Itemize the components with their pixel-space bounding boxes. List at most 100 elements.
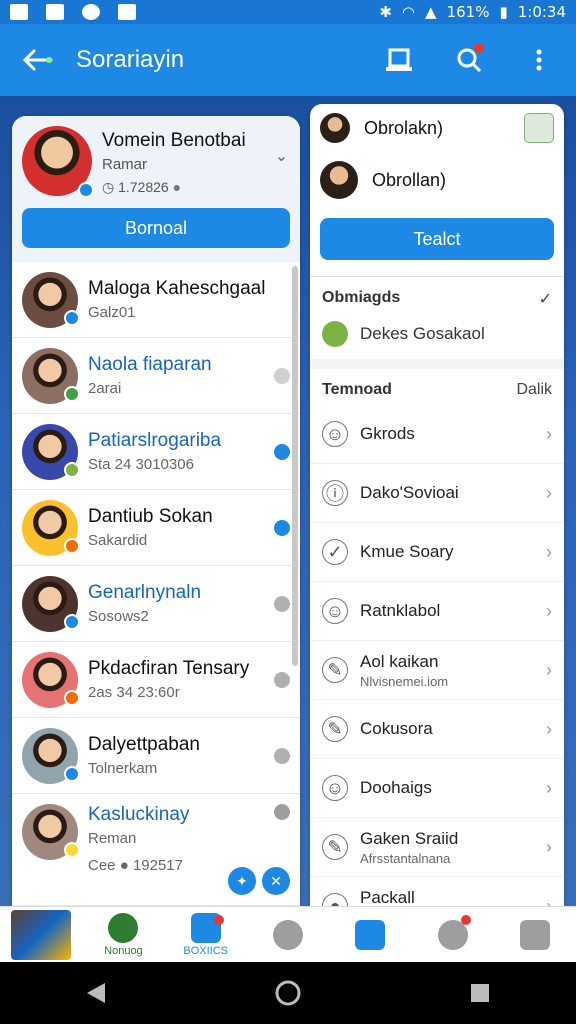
contact-row[interactable]: Patiarslrogariba Sta 24 3010306 <box>12 414 300 490</box>
menu-header: Temnoad Dalik <box>310 369 564 405</box>
status-indicator-icon[interactable] <box>274 747 290 764</box>
avatar[interactable] <box>22 575 80 632</box>
profile-stat-value: 1.72826 <box>118 179 169 195</box>
smiley-icon: ☺ <box>322 598 348 624</box>
account-name: Obrolakn) <box>364 117 444 138</box>
contact-row[interactable]: Genarlnynaln Sosows2 <box>12 566 300 642</box>
status-indicator-icon[interactable] <box>274 804 290 820</box>
bottom-nav-item[interactable]: Nonuog <box>93 909 153 961</box>
bottom-nav-label: BOXIICS <box>183 944 229 957</box>
avatar[interactable] <box>22 271 80 328</box>
search-icon[interactable] <box>454 43 484 75</box>
contact-subtitle: Sta 24 3010306 <box>88 456 194 473</box>
favorite-item[interactable]: Dekes Gosakaol <box>310 309 564 359</box>
menu-item[interactable]: ✎ Aol kaikan Nlvisnemei.iom › <box>310 641 564 700</box>
notification-icon <box>10 4 28 20</box>
bottom-nav-item[interactable] <box>505 909 565 961</box>
close-icon[interactable]: ✕ <box>262 867 290 895</box>
avatar[interactable] <box>22 727 80 784</box>
avatar[interactable] <box>22 126 94 198</box>
recents-icon[interactable] <box>460 973 500 1013</box>
contact-name: Naola fiaparan <box>88 354 212 375</box>
page-title: Sorariayin <box>76 46 185 73</box>
contact-row[interactable]: Naola fiaparan 2arai <box>12 338 300 414</box>
chevron-right-icon: › <box>546 423 552 444</box>
menu-item[interactable]: ☺ Ratnklabol › <box>310 582 564 641</box>
check-circle-icon: ✓ <box>322 539 348 565</box>
contact-name: Pkdacfiran Tensary <box>88 658 250 679</box>
status-indicator-icon[interactable] <box>274 443 290 460</box>
add-account-icon[interactable] <box>524 113 554 143</box>
notification-badge <box>213 914 224 925</box>
chevron-down-icon[interactable]: ⌄ <box>275 146 288 166</box>
contact-subtitle: Tolnerkam <box>88 760 158 777</box>
chevron-right-icon: › <box>546 600 552 621</box>
contact-row[interactable]: Maloga Kaheschgaal Galz01 <box>12 262 300 338</box>
info-icon: ● <box>119 857 129 874</box>
status-indicator-icon[interactable] <box>274 671 290 688</box>
bottom-nav-item[interactable] <box>11 909 72 961</box>
chevron-right-icon: › <box>546 777 552 798</box>
contact-subtitle: Reman <box>88 830 137 847</box>
back-arrow-icon[interactable] <box>0 48 76 72</box>
chevron-right-icon: › <box>546 659 552 680</box>
cast-icon[interactable] <box>384 45 414 75</box>
stat-prefix: Cee <box>88 857 116 874</box>
menu-item[interactable]: ⓘ Dako'Sovioai › <box>310 464 564 523</box>
chevron-right-icon: › <box>546 482 552 503</box>
sync-icon <box>82 4 100 20</box>
profile-name: Vomein Benotbai <box>102 130 246 151</box>
bottom-nav-label: Nonuog <box>104 944 143 957</box>
section-title: Temnoad <box>322 381 392 398</box>
avatar <box>320 161 358 199</box>
account-row[interactable]: Obrolakn) <box>310 104 564 152</box>
menu-item[interactable]: ✎ Gaken Sraiid Afrsstantalnana › <box>310 818 564 877</box>
bottom-nav-item[interactable]: BOXIICS <box>176 909 236 961</box>
menu-item-label: Gaken Sraiid <box>360 828 459 848</box>
account-row[interactable]: Obrollan) <box>310 152 564 208</box>
brain-icon <box>272 919 303 950</box>
edit-pen-icon: ✎ <box>322 834 348 860</box>
home-icon[interactable] <box>268 973 308 1013</box>
contact-row[interactable]: Dantiub Sokan Sakardid <box>12 490 300 566</box>
status-indicator-icon[interactable] <box>274 595 290 612</box>
avatar[interactable] <box>22 651 80 708</box>
chevron-right-icon: › <box>546 541 552 562</box>
menu-item[interactable]: ☺ Doohaigs › <box>310 759 564 818</box>
menu-item[interactable]: ☺ Gkrods › <box>310 405 564 464</box>
status-icon <box>64 309 80 326</box>
status-icon <box>64 689 80 706</box>
section-action[interactable]: Dalik <box>516 381 552 399</box>
menu-item[interactable]: ✓ Kmue Soary › <box>310 523 564 582</box>
status-indicator-icon[interactable] <box>274 367 290 384</box>
avatar[interactable] <box>22 804 80 860</box>
avatar[interactable] <box>22 347 80 404</box>
contact-row[interactable]: Pkdacfiran Tensary 2as 34 23:60r <box>12 642 300 718</box>
bottom-nav-item[interactable] <box>423 909 483 961</box>
contact-row[interactable]: Dalyettpaban Tolnerkam <box>12 718 300 794</box>
back-icon[interactable] <box>76 973 116 1013</box>
section-title: Obmiagds <box>322 289 401 306</box>
menu-item[interactable]: ✎ Cokusora › <box>310 700 564 759</box>
verified-icon <box>78 182 94 198</box>
profile-action-button[interactable]: Bornoal <box>22 208 290 248</box>
contact-subtitle: Sakardid <box>88 532 148 549</box>
contact-subtitle: 2arai <box>88 380 122 397</box>
bottom-nav-item[interactable] <box>340 909 400 961</box>
contact-row[interactable]: Kasluckinay Reman Cee ● 192517 ✦ ✕ <box>12 794 300 906</box>
tool-icon[interactable]: ✦ <box>228 867 256 895</box>
avatar[interactable] <box>22 423 80 480</box>
status-indicator-icon[interactable] <box>274 519 290 536</box>
scrollbar[interactable] <box>292 266 298 666</box>
clock-icon: ◷ <box>102 179 115 195</box>
contact-subtitle: Galz01 <box>88 304 136 321</box>
menu-item-label: Kmue Soary <box>360 542 454 561</box>
primary-button[interactable]: Tealct <box>320 218 554 260</box>
menu-item[interactable]: ●PackallBeorelkcoiggnand› <box>310 877 564 906</box>
menu-item-label: Ratnklabol <box>360 601 441 620</box>
stat-value: 192517 <box>132 857 183 874</box>
avatar[interactable] <box>22 499 80 556</box>
battery-text: 161% <box>446 3 490 21</box>
bottom-nav-item[interactable] <box>258 909 318 961</box>
more-vert-icon[interactable] <box>524 45 554 75</box>
